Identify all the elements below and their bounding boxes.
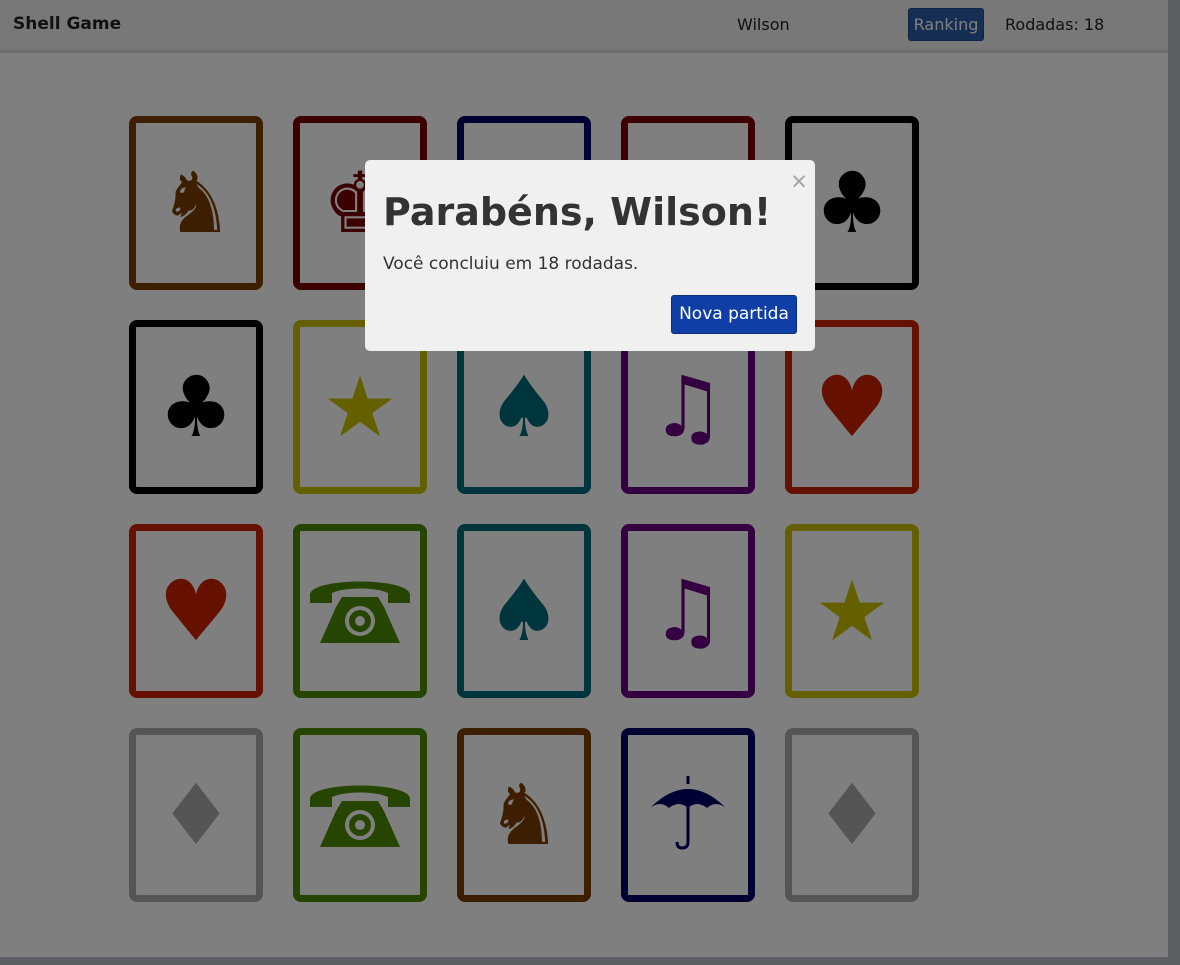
- modal-title: Parabéns, Wilson!: [383, 190, 772, 234]
- new-game-button[interactable]: Nova partida: [671, 295, 797, 334]
- congratulations-modal: × Parabéns, Wilson! Você concluiu em 18 …: [365, 160, 815, 351]
- close-icon[interactable]: ×: [790, 169, 808, 193]
- modal-message: Você concluiu em 18 rodadas.: [383, 254, 639, 274]
- modal-backdrop[interactable]: [0, 0, 1180, 965]
